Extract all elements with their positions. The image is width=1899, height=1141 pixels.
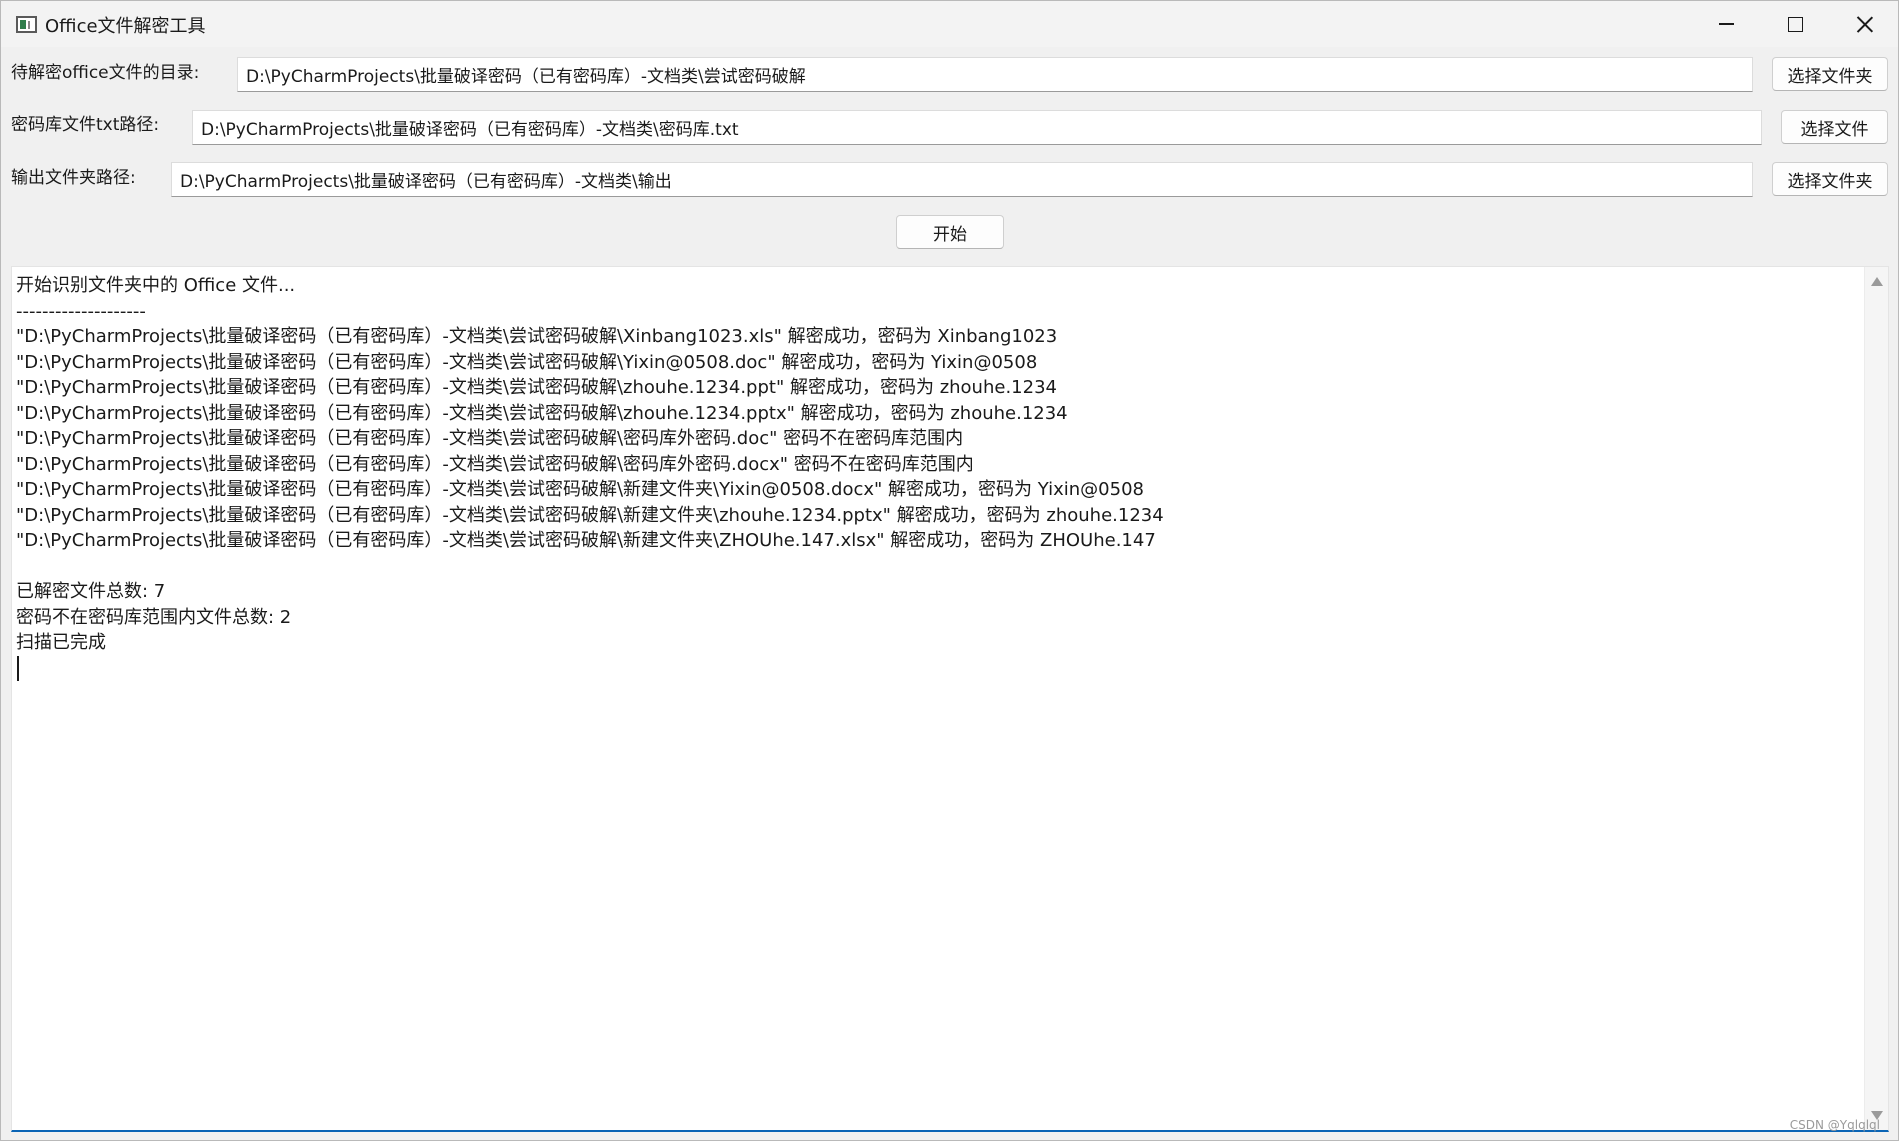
log-line: "D:\PyCharmProjects\批量破译密码（已有密码库）-文档类\尝试… <box>16 479 1144 500</box>
select-output-folder-button[interactable]: 选择文件夹 <box>1772 162 1888 196</box>
source-dir-input[interactable] <box>237 57 1753 92</box>
log-line: "D:\PyCharmProjects\批量破译密码（已有密码库）-文档类\尝试… <box>16 351 1038 373</box>
close-button[interactable] <box>1829 1 1899 47</box>
select-password-file-button[interactable]: 选择文件 <box>1781 110 1888 144</box>
log-line: 已解密文件总数: 7 <box>16 581 166 602</box>
log-line: "D:\PyCharmProjects\批量破译密码（已有密码库）-文档类\尝试… <box>16 530 1156 551</box>
log-line: 扫描已完成 <box>16 632 106 653</box>
log-line: "D:\PyCharmProjects\批量破译密码（已有密码库）-文档类\尝试… <box>16 453 974 475</box>
password-file-input[interactable] <box>192 110 1762 145</box>
output-dir-input[interactable] <box>171 162 1753 197</box>
log-line: -------------------- <box>16 300 146 322</box>
log-line: "D:\PyCharmProjects\批量破译密码（已有密码库）-文档类\尝试… <box>16 504 1164 526</box>
log-line: 开始识别文件夹中的 Office 文件... <box>16 275 296 296</box>
maximize-button[interactable] <box>1760 1 1830 47</box>
select-source-folder-button[interactable]: 选择文件夹 <box>1772 57 1888 91</box>
close-icon <box>1856 16 1873 33</box>
log-text: 开始识别文件夹中的 Office 文件... ------------------… <box>16 273 1164 681</box>
log-line: "D:\PyCharmProjects\批量破译密码（已有密码库）-文档类\尝试… <box>16 326 1058 347</box>
output-dir-label: 输出文件夹路径: <box>11 168 136 188</box>
app-window-icon <box>16 16 37 33</box>
minimize-icon <box>1718 23 1734 25</box>
log-output[interactable]: 开始识别文件夹中的 Office 文件... ------------------… <box>11 266 1889 1132</box>
scroll-up-arrow-icon[interactable] <box>1871 277 1883 286</box>
log-line: "D:\PyCharmProjects\批量破译密码（已有密码库）-文档类\尝试… <box>16 402 1068 424</box>
title-bar[interactable]: Office文件解密工具 <box>1 1 1898 47</box>
maximize-icon <box>1787 16 1803 32</box>
minimize-button[interactable] <box>1691 1 1761 47</box>
log-line: 密码不在密码库范围内文件总数: 2 <box>16 606 292 628</box>
vertical-scrollbar[interactable] <box>1864 267 1888 1130</box>
window-title: Office文件解密工具 <box>45 16 206 37</box>
password-file-label: 密码库文件txt路径: <box>11 115 160 135</box>
app-window: Office文件解密工具 待解密office文件的目录: 选择文件夹 密码库文件… <box>0 0 1899 1141</box>
text-cursor <box>17 655 19 681</box>
log-line: "D:\PyCharmProjects\批量破译密码（已有密码库）-文档类\尝试… <box>16 428 964 449</box>
log-line: "D:\PyCharmProjects\批量破译密码（已有密码库）-文档类\尝试… <box>16 377 1057 398</box>
source-dir-label: 待解密office文件的目录: <box>11 63 200 83</box>
watermark: CSDN @Yqlqlql <box>1789 1118 1880 1132</box>
start-button[interactable]: 开始 <box>896 215 1004 249</box>
